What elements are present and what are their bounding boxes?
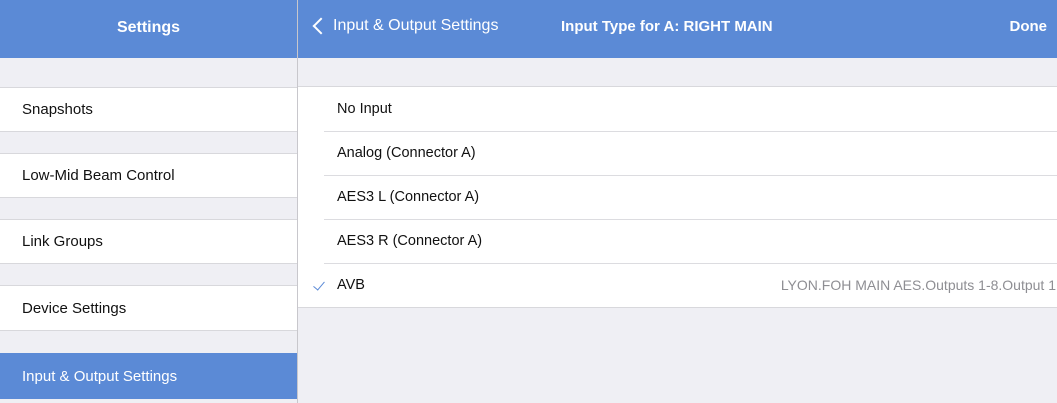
option-analog-connector-a[interactable]: Analog (Connector A): [298, 131, 1057, 175]
sidebar-item-label: Device Settings: [22, 299, 127, 317]
back-button[interactable]: Input & Output Settings: [312, 17, 498, 35]
sidebar-title: Settings: [116, 18, 181, 36]
option-no-input[interactable]: No Input: [298, 87, 1057, 131]
sidebar-item-label: Input & Output Settings: [22, 367, 178, 385]
app: Settings Snapshots Low-Mid Beam Control …: [0, 0, 1057, 403]
option-detail: LYON.FOH MAIN AES.Outputs 1-8.Output 1: [780, 277, 1056, 293]
sidebar-item-label: Snapshots: [22, 101, 93, 118]
page-title: Input Type for A: RIGHT MAIN: [561, 18, 773, 35]
settings-sidebar: Settings Snapshots Low-Mid Beam Control …: [0, 0, 297, 403]
option-label: AES3 L (Connector A): [337, 189, 480, 205]
option-label: No Input: [337, 101, 392, 117]
detail-navbar: Input & Output Settings Input Type for A…: [298, 0, 1057, 58]
checkmark-icon: [313, 278, 325, 291]
option-label: AVB: [337, 277, 365, 293]
input-type-list: No Input Analog (Connector A) AES3 L (Co…: [298, 86, 1057, 308]
option-aes3-l-connector-a[interactable]: AES3 L (Connector A): [298, 175, 1057, 219]
sidebar-navbar: Settings: [0, 0, 297, 58]
sidebar-item-label: Low-Mid Beam Control: [22, 167, 175, 184]
option-aes3-r-connector-a[interactable]: AES3 R (Connector A): [298, 219, 1057, 263]
sidebar-item-input-output-settings[interactable]: Input & Output Settings: [0, 353, 297, 399]
back-button-label: Input & Output Settings: [333, 17, 499, 34]
sidebar-item-low-mid-beam-control[interactable]: Low-Mid Beam Control: [0, 153, 297, 198]
option-label: Analog (Connector A): [337, 145, 476, 161]
sidebar-item-snapshots[interactable]: Snapshots: [0, 87, 297, 132]
option-label: AES3 R (Connector A): [337, 233, 483, 249]
option-avb[interactable]: AVB LYON.FOH MAIN AES.Outputs 1-8.Output…: [298, 263, 1057, 307]
chevron-left-icon: [312, 17, 330, 35]
sidebar-item-device-settings[interactable]: Device Settings: [0, 285, 297, 331]
done-button[interactable]: Done: [1010, 18, 1048, 35]
sidebar-item-link-groups[interactable]: Link Groups: [0, 219, 297, 264]
detail-pane: Input & Output Settings Input Type for A…: [298, 0, 1057, 403]
sidebar-item-label: Link Groups: [22, 233, 103, 250]
